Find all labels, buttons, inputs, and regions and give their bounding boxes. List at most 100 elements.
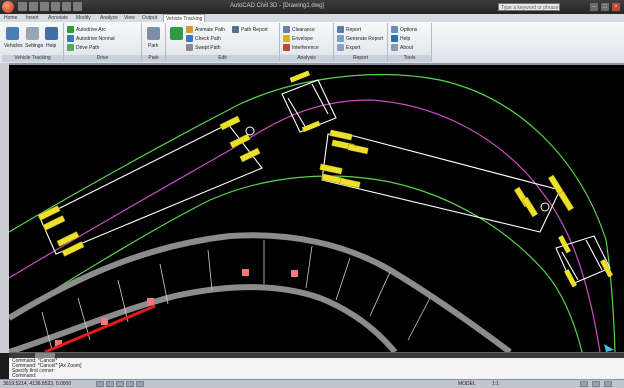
close-icon[interactable]: × (612, 3, 620, 11)
tab-view[interactable]: View (124, 15, 135, 21)
clearance-icon (283, 26, 290, 33)
options-button[interactable]: Options (391, 26, 417, 33)
cab-1-tires (289, 70, 321, 133)
cab-2-tires (558, 235, 613, 288)
save-icon[interactable] (40, 2, 49, 11)
check-path-button[interactable]: Check Path (186, 35, 221, 42)
path-report-button[interactable]: Path Report (232, 26, 268, 33)
park-icon[interactable] (147, 27, 160, 40)
tab-analyze[interactable]: Analyze (100, 15, 118, 21)
road-edge-outer (9, 74, 616, 352)
help-button[interactable]: Help (391, 35, 410, 42)
panel-title: Analysis (280, 55, 333, 62)
grid-toggle-icon[interactable] (106, 381, 114, 387)
path-icon (67, 44, 74, 51)
tab-home[interactable]: Home (4, 15, 17, 21)
export-icon (337, 44, 344, 51)
swept-path-button[interactable]: Swept Path (186, 44, 221, 51)
redo-icon[interactable] (62, 2, 71, 11)
command-window-header (9, 353, 624, 358)
options-icon (391, 26, 398, 33)
interference-button[interactable]: Interference (283, 44, 319, 51)
markers (55, 269, 298, 347)
open-icon[interactable] (29, 2, 38, 11)
report-icon (337, 26, 344, 33)
drive-path-button[interactable]: Drive Path (67, 44, 99, 51)
generate-report-button[interactable]: Generate Report (337, 35, 383, 42)
minimize-icon[interactable]: – (590, 3, 598, 11)
ribbon-tabs: Home Insert Annotate Modify Analyze View… (0, 14, 624, 23)
panel-park: Park Park (142, 23, 166, 62)
panel-edit: Animate Path Check Path Swept Path Path … (166, 23, 280, 62)
envelope-button[interactable]: Envelope (283, 35, 313, 42)
panel-title: Vehicle Tracking (2, 55, 63, 62)
ribbon: Vehicles Settings Help Vehicle Tracking … (0, 22, 624, 64)
report-button[interactable]: Report (337, 26, 361, 33)
drive-icon (67, 35, 74, 42)
drawing-canvas[interactable] (9, 65, 624, 352)
search-input[interactable]: Type a keyword or phrase (498, 3, 560, 11)
left-toolbar-strip (0, 63, 9, 353)
panel-title: Edit (166, 55, 279, 62)
help-icon (391, 35, 398, 42)
settings-icon[interactable] (26, 27, 39, 40)
panel-analysis: Clearance Envelope Interference Analysis (280, 23, 334, 62)
ortho-toggle-icon[interactable] (116, 381, 124, 387)
vehicles-icon[interactable] (6, 27, 19, 40)
application-menu-button[interactable] (2, 1, 14, 13)
annotation-scale[interactable]: 1:1 (492, 381, 499, 387)
vehicles-label: Vehicles (4, 43, 23, 49)
command-window[interactable]: Command: *Cancel* Command: *Cancel* [Ax … (9, 352, 624, 380)
panel-report: Report Generate Report Export Report (334, 23, 388, 62)
interference-icon (283, 44, 290, 51)
coordinate-readout: 3619.5214, 4136.8523, 0.0000 (3, 381, 72, 387)
about-button[interactable]: About (391, 44, 413, 51)
panel-tools: Options Help About Tools (388, 23, 432, 62)
autodrive-normal-button[interactable]: Autodrive Normal (67, 35, 115, 42)
panel-title: Park (142, 55, 165, 62)
lock-icon[interactable] (592, 381, 600, 387)
envelope-icon (283, 35, 290, 42)
generate-icon (337, 35, 344, 42)
fifth-wheel-2 (540, 202, 550, 212)
bay-lines (41, 240, 431, 351)
tab-annotate[interactable]: Annotate (48, 15, 68, 21)
swept-icon (186, 44, 193, 51)
cab-1 (281, 79, 337, 133)
tab-output[interactable]: Output (142, 15, 157, 21)
help-icon[interactable] (45, 27, 58, 40)
trailer-2-tires (319, 129, 575, 218)
report-icon (232, 26, 239, 33)
tab-insert[interactable]: Insert (26, 15, 39, 21)
clearance-button[interactable]: Clearance (283, 26, 315, 33)
panel-title: Report (334, 55, 387, 62)
panel-vehicle-tracking: Vehicles Settings Help Vehicle Tracking (2, 23, 64, 62)
animate-icon[interactable] (170, 27, 183, 40)
new-icon[interactable] (18, 2, 27, 11)
window-title: AutoCAD Civil 3D - [Drawing1.dwg] (230, 3, 325, 9)
help-label: Help (46, 43, 57, 49)
highlighted-edge (44, 304, 156, 352)
maximize-icon[interactable]: □ (601, 3, 609, 11)
export-button[interactable]: Export (337, 44, 360, 51)
animate-path-button[interactable]: Animate Path (186, 26, 225, 33)
settings-label: Settings (25, 43, 44, 49)
fifth-wheel-1 (245, 126, 255, 136)
panel-title: Drive (64, 55, 141, 62)
undo-icon[interactable] (51, 2, 60, 11)
park-label: Park (148, 43, 159, 49)
autodrive-arc-button[interactable]: Autodrive Arc (67, 26, 106, 33)
swept-path-centerline (9, 99, 601, 352)
ucs-icon (604, 344, 614, 352)
plot-icon[interactable] (73, 2, 82, 11)
arc-icon (67, 26, 74, 33)
polar-toggle-icon[interactable] (126, 381, 134, 387)
tab-modify[interactable]: Modify (76, 15, 91, 21)
osnap-toggle-icon[interactable] (136, 381, 144, 387)
quick-access-toolbar (18, 2, 82, 11)
workspace-icon[interactable] (580, 381, 588, 387)
road-edge-inner (9, 175, 583, 352)
snap-toggle-icon[interactable] (96, 381, 104, 387)
fullscreen-icon[interactable] (604, 381, 612, 387)
model-space-label[interactable]: MODEL (458, 381, 476, 387)
